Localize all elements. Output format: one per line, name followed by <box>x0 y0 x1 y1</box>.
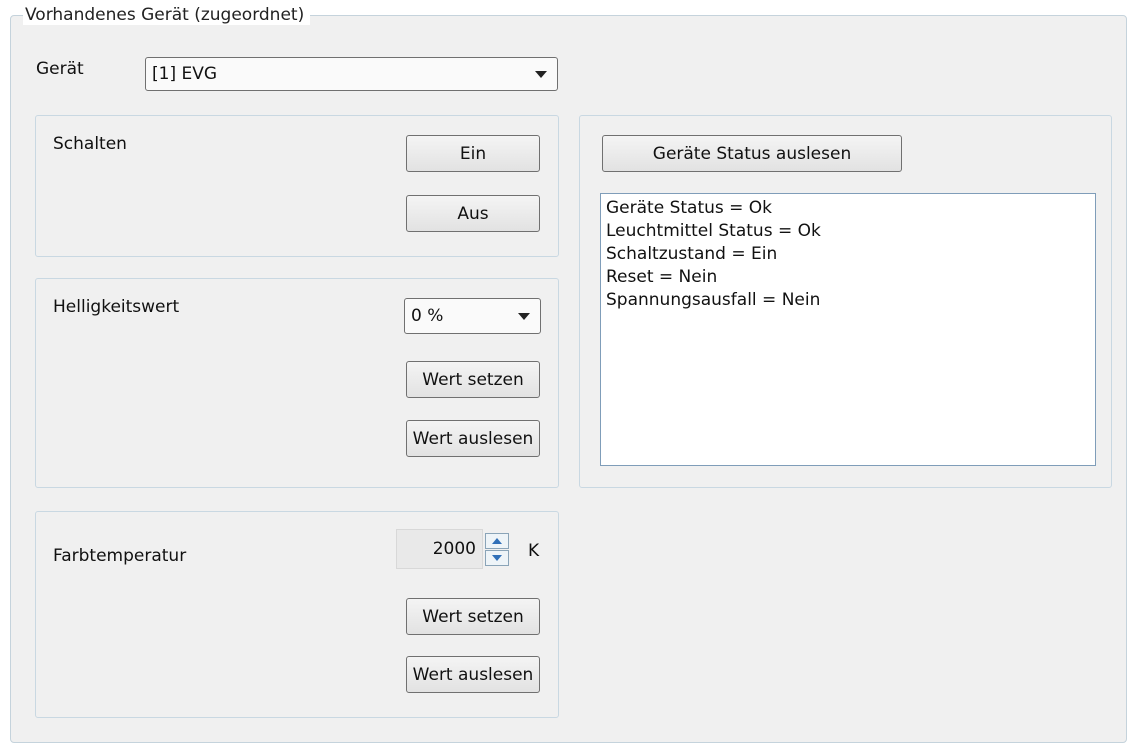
color-temp-unit: K <box>528 541 540 561</box>
color-temp-input[interactable]: 2000 <box>396 529 483 569</box>
brightness-set-button[interactable]: Wert setzen <box>406 361 540 398</box>
spin-down-button[interactable] <box>485 550 509 566</box>
device-select-value: [1] EVG <box>152 64 218 84</box>
arrow-up-icon <box>492 538 502 544</box>
status-output: Geräte Status = Ok Leuchtmittel Status =… <box>600 193 1096 466</box>
spin-up-button[interactable] <box>485 533 509 549</box>
color-temp-set-button[interactable]: Wert setzen <box>406 598 540 635</box>
color-temp-label: Farbtemperatur <box>53 546 187 566</box>
on-button[interactable]: Ein <box>406 135 540 172</box>
device-group-legend: Vorhandenes Gerät (zugeordnet) <box>23 5 311 25</box>
brightness-read-button[interactable]: Wert auslesen <box>406 420 540 457</box>
off-button[interactable]: Aus <box>406 195 540 232</box>
status-line: Schaltzustand = Ein <box>606 244 778 264</box>
chevron-down-icon <box>518 312 530 320</box>
status-line: Geräte Status = Ok <box>606 198 773 218</box>
brightness-select-value: 0 % <box>411 306 444 326</box>
device-label: Gerät <box>36 59 84 79</box>
status-line: Spannungsausfall = Nein <box>606 290 821 310</box>
read-status-button[interactable]: Geräte Status auslesen <box>602 135 902 172</box>
color-temp-read-button[interactable]: Wert auslesen <box>406 656 540 693</box>
brightness-label: Helligkeitswert <box>53 297 180 317</box>
status-line: Leuchtmittel Status = Ok <box>606 221 821 241</box>
brightness-select[interactable]: 0 % <box>404 298 541 334</box>
chevron-down-icon <box>535 70 547 78</box>
switch-label: Schalten <box>53 134 127 154</box>
arrow-down-icon <box>492 555 502 561</box>
device-select[interactable]: [1] EVG <box>145 57 558 91</box>
status-line: Reset = Nein <box>606 267 718 287</box>
